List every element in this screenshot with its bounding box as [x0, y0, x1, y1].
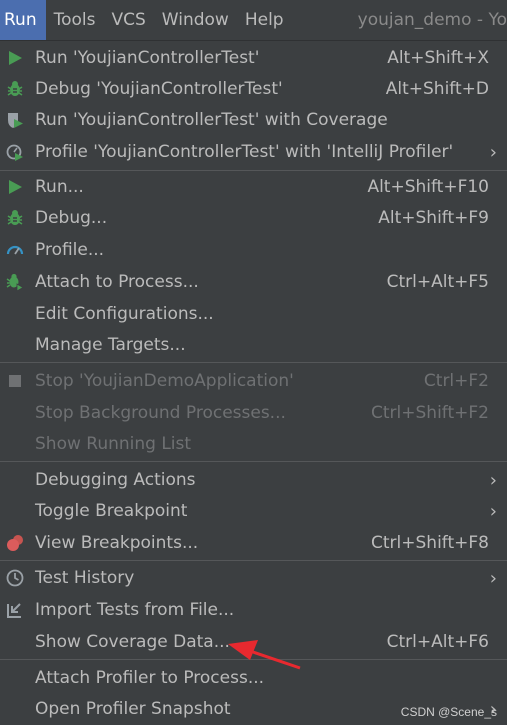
debug-bug-icon: [5, 79, 25, 99]
menu-item-edit-configurations[interactable]: Edit Configurations...: [0, 299, 507, 330]
menu-separator: [0, 560, 507, 561]
coverage-icon: [5, 110, 25, 130]
stop-square-icon: [5, 371, 25, 391]
submenu-chevron-icon: ›: [489, 470, 497, 491]
run-play-icon: [5, 48, 25, 68]
menu-window[interactable]: Window: [154, 0, 237, 40]
menu-item-label: Show Coverage Data...: [35, 632, 230, 652]
menu-item-shortcut: Alt+Shift+D: [385, 79, 489, 99]
menu-item-test-history[interactable]: Test History ›: [0, 563, 507, 594]
menu-item-label: Edit Configurations...: [35, 304, 214, 324]
menu-item-shortcut: Ctrl+Shift+F8: [371, 533, 489, 553]
menu-item-run-with-coverage[interactable]: Run 'YoujianControllerTest' with Coverag…: [0, 105, 507, 136]
menu-item-label: Open Profiler Snapshot: [35, 699, 231, 719]
profiler-icon: [5, 142, 25, 162]
menu-item-profile-config[interactable]: Profile 'YoujianControllerTest' with 'In…: [0, 137, 507, 168]
menu-item-shortcut: Ctrl+Alt+F6: [386, 632, 489, 652]
submenu-chevron-icon: ›: [489, 568, 497, 589]
menu-item-shortcut: Ctrl+Shift+F2: [371, 403, 489, 423]
menu-item-attach-profiler[interactable]: Attach Profiler to Process...: [0, 663, 507, 694]
menu-item-label: Debug...: [35, 208, 108, 228]
run-play-icon: [5, 177, 25, 197]
menu-item-label: Attach Profiler to Process...: [35, 668, 265, 688]
menu-item-label: Run 'YoujianControllerTest': [35, 48, 260, 68]
menu-item-view-breakpoints[interactable]: View Breakpoints... Ctrl+Shift+F8: [0, 528, 507, 559]
gauge-icon: [5, 240, 25, 260]
menu-item-stop-background: Stop Background Processes... Ctrl+Shift+…: [0, 398, 507, 429]
menu-item-stop: Stop 'YoujianDemoApplication' Ctrl+F2: [0, 366, 507, 397]
menu-item-run-config[interactable]: Run 'YoujianControllerTest' Alt+Shift+X: [0, 43, 507, 74]
menu-run[interactable]: Run: [0, 0, 46, 40]
watermark: CSDN @Scene_s: [400, 705, 497, 719]
menu-item-show-coverage-data[interactable]: Show Coverage Data... Ctrl+Alt+F6: [0, 627, 507, 658]
menu-help[interactable]: Help: [237, 0, 292, 40]
menu-item-label: Attach to Process...: [35, 272, 199, 292]
menu-item-shortcut: Alt+Shift+F10: [367, 177, 489, 197]
menu-item-label: Profile 'YoujianControllerTest' with 'In…: [35, 142, 454, 162]
submenu-chevron-icon: ›: [489, 142, 497, 163]
menu-separator: [0, 362, 507, 363]
menu-tools[interactable]: Tools: [46, 0, 104, 40]
menu-item-label: Show Running List: [35, 434, 192, 454]
menu-item-shortcut: Ctrl+Alt+F5: [386, 272, 489, 292]
submenu-chevron-icon: ›: [489, 501, 497, 522]
menu-item-label: Run...: [35, 177, 84, 197]
menu-item-debug[interactable]: Debug... Alt+Shift+F9: [0, 203, 507, 234]
history-clock-icon: [5, 568, 25, 588]
menu-item-profile[interactable]: Profile...: [0, 235, 507, 266]
menu-item-label: Debugging Actions: [35, 470, 196, 490]
menu-item-label: Manage Targets...: [35, 335, 186, 355]
menu-item-label: View Breakpoints...: [35, 533, 199, 553]
menu-separator: [0, 170, 507, 171]
menu-item-label: Stop 'YoujianDemoApplication': [35, 371, 294, 391]
debug-bug-icon: [5, 208, 25, 228]
run-dropdown-menu: Run 'YoujianControllerTest' Alt+Shift+X …: [0, 41, 507, 725]
menu-item-toggle-breakpoint[interactable]: Toggle Breakpoint ›: [0, 496, 507, 527]
import-arrow-icon: [5, 600, 25, 620]
menu-item-label: Toggle Breakpoint: [35, 501, 188, 521]
menu-separator: [0, 461, 507, 462]
menu-item-debug-config[interactable]: Debug 'YoujianControllerTest' Alt+Shift+…: [0, 74, 507, 105]
attach-bug-icon: [5, 272, 25, 292]
menu-item-import-tests[interactable]: Import Tests from File...: [0, 595, 507, 626]
menu-item-shortcut: Alt+Shift+F9: [378, 208, 489, 228]
menu-item-run[interactable]: Run... Alt+Shift+F10: [0, 172, 507, 203]
menu-item-manage-targets[interactable]: Manage Targets...: [0, 330, 507, 361]
menu-item-shortcut: Alt+Shift+X: [387, 48, 489, 68]
menu-item-label: Test History: [35, 568, 135, 588]
menu-bar: Run Tools VCS Window Help youjan_demo - …: [0, 0, 507, 41]
menu-item-debugging-actions[interactable]: Debugging Actions ›: [0, 465, 507, 496]
menu-item-label: Profile...: [35, 240, 105, 260]
menu-item-label: Stop Background Processes...: [35, 403, 286, 423]
menu-item-shortcut: Ctrl+F2: [423, 371, 489, 391]
menu-item-label: Run 'YoujianControllerTest' with Coverag…: [35, 110, 388, 130]
menu-item-label: Import Tests from File...: [35, 600, 235, 620]
menu-vcs[interactable]: VCS: [104, 0, 154, 40]
menu-item-label: Debug 'YoujianControllerTest': [35, 79, 283, 99]
menu-item-attach-to-process[interactable]: Attach to Process... Ctrl+Alt+F5: [0, 267, 507, 298]
breakpoints-icon: [5, 533, 25, 553]
menu-separator: [0, 659, 507, 660]
window-title: youjan_demo - Yo: [357, 10, 507, 30]
menu-item-show-running-list: Show Running List: [0, 429, 507, 460]
